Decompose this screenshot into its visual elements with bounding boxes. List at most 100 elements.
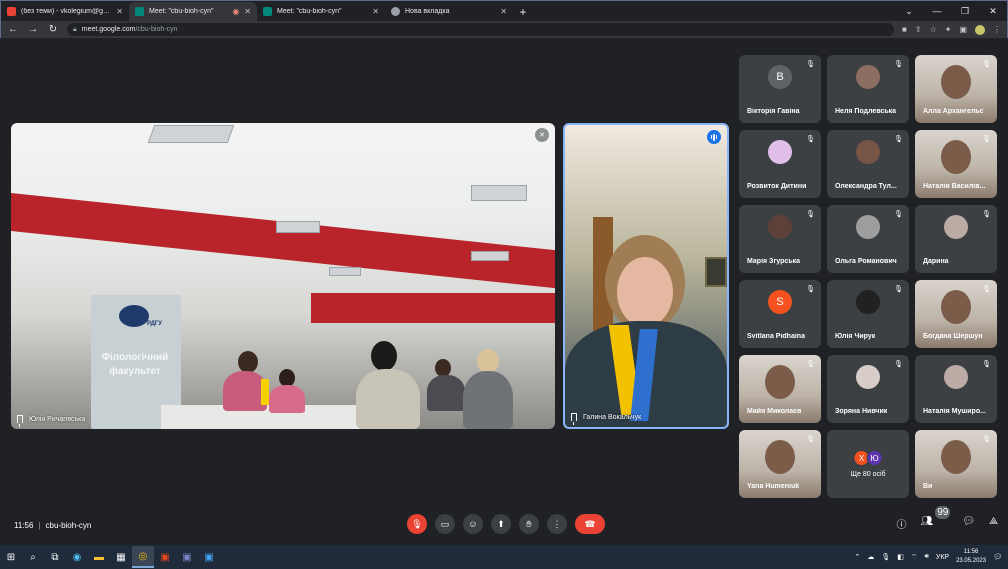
participant-tile[interactable]: 🎙︎ Алла Архангельс: [915, 55, 997, 123]
chat-icon[interactable]: 💬︎: [962, 516, 975, 531]
participant-tile[interactable]: 🎙︎ Дарина: [915, 205, 997, 273]
avatar: S: [768, 290, 792, 314]
participant-tile[interactable]: 🎙︎ Майя Миколаєв: [739, 355, 821, 423]
participant-tile[interactable]: 🎙︎ Марія Згурська: [739, 205, 821, 273]
pin-icon[interactable]: [17, 415, 23, 427]
sidepanel-icon[interactable]: ▣: [959, 25, 967, 34]
participant-video: [941, 440, 971, 474]
video-tile-halyna[interactable]: Галина Вокальчук: [563, 123, 729, 429]
system-tray: ⌃ ☁ 🎙︎ ◧ ⌔ 🔊︎ УКР 11:56 23.05.2023 💬︎: [854, 545, 1002, 569]
activities-icon[interactable]: ⟁: [989, 516, 998, 531]
reload-button[interactable]: ↻: [47, 24, 59, 35]
mic-off-icon: 🎙︎: [982, 136, 991, 143]
participant-tile[interactable]: 🎙︎ Олександра Тул...: [827, 130, 909, 198]
participant-tile[interactable]: 🎙︎ Зоряна Нивчик: [827, 355, 909, 423]
pin-icon[interactable]: [571, 413, 577, 425]
participant-tile[interactable]: 🎙︎ Юлія Чирук: [827, 280, 909, 348]
participant-name: Розвиток Дитини: [747, 183, 807, 190]
back-button[interactable]: ←: [7, 24, 19, 35]
windows-taskbar: ⊞ ⌕ ⧉ ◉ ▬ ▦ ◎ ▣ ▣ ▣ ⌃ ☁ 🎙︎ ◧ ⌔ 🔊︎ УКР 11…: [0, 545, 1008, 569]
tab-new[interactable]: Нова вкладка ✕: [385, 2, 513, 21]
avatar: [768, 215, 792, 239]
participant-name: Олександра Тул...: [835, 183, 897, 190]
new-tab-button[interactable]: +: [513, 5, 533, 19]
mic-off-icon: 🎙︎: [894, 136, 903, 143]
participant-tile[interactable]: В 🎙︎ Вікторія Гавіна: [739, 55, 821, 123]
star-icon[interactable]: ☆: [930, 25, 937, 34]
ceiling-light: [329, 267, 361, 276]
store-icon[interactable]: ▦: [110, 546, 132, 568]
participant-tile[interactable]: S 🎙︎ Svitlana Pidhaina: [739, 280, 821, 348]
wall-picture: [705, 257, 727, 287]
mic-off-icon: 🎙︎: [806, 286, 815, 293]
microphone-icon[interactable]: 🎙︎: [881, 553, 890, 561]
profile-avatar[interactable]: [975, 24, 985, 35]
mic-off-icon: 🎙︎: [806, 436, 815, 443]
file-explorer-icon[interactable]: ▬: [88, 546, 110, 568]
close-window-button[interactable]: ✕: [979, 1, 1007, 21]
tab-gmail[interactable]: (без теми) - vkolegium@gmail.c ✕: [1, 2, 129, 21]
emoji-button[interactable]: ☺: [463, 514, 483, 534]
forward-button[interactable]: →: [27, 24, 39, 35]
task-view-icon[interactable]: ⧉: [44, 546, 66, 568]
participant-tile[interactable]: Х Ю Ще 80 осіб: [827, 430, 909, 498]
wifi-icon[interactable]: ⌔: [911, 553, 918, 562]
close-icon[interactable]: ✕: [372, 7, 379, 16]
cloud-icon[interactable]: ☁: [867, 553, 874, 561]
network-icon[interactable]: ◧: [897, 553, 904, 561]
taskbar-date: 23.05.2023: [956, 558, 987, 564]
tab-meet-active[interactable]: Meet: "cbu-bioh-cyn" ◉ ✕: [129, 2, 257, 21]
minimize-button[interactable]: —: [923, 1, 951, 21]
teams-icon[interactable]: ▣: [176, 546, 198, 568]
powerpoint-icon[interactable]: ▣: [154, 546, 176, 568]
close-icon[interactable]: ✕: [500, 7, 507, 16]
close-icon[interactable]: ✕: [116, 7, 123, 16]
camera-toggle-button[interactable]: ▭: [435, 514, 455, 534]
participant-tile[interactable]: 🎙︎ Ольга Романович: [827, 205, 909, 273]
chevron-down-icon[interactable]: ⌄: [895, 1, 923, 21]
language-indicator[interactable]: УКР: [936, 554, 949, 561]
word-icon[interactable]: ▣: [198, 546, 220, 568]
browser-tab-strip: (без теми) - vkolegium@gmail.c ✕ Meet: "…: [0, 0, 1008, 21]
leave-call-button[interactable]: ☎︎: [575, 514, 605, 534]
participant-tile[interactable]: 🎙︎ Богдана Шершун: [915, 280, 997, 348]
address-bar[interactable]: 🔒︎ meet.google.com/cbu-bioh-cyn: [67, 23, 895, 36]
participant-tile[interactable]: 🎙︎ Yana Humeniuk: [739, 430, 821, 498]
chrome-icon[interactable]: ◎: [132, 546, 154, 568]
participant-tile[interactable]: 🎙︎ Розвиток Дитини: [739, 130, 821, 198]
menu-icon[interactable]: ⋮: [993, 25, 1001, 34]
present-button[interactable]: ⬆: [491, 514, 511, 534]
mic-off-icon: 🎙︎: [894, 211, 903, 218]
person-head: [238, 351, 258, 373]
info-icon[interactable]: ⓘ: [897, 516, 907, 531]
url-path: /cbu-bioh-cyn: [135, 26, 178, 33]
raise-hand-button[interactable]: ✋︎: [519, 514, 539, 534]
video-tile-yuliia[interactable]: РДГУ Філологічний факультет ✕ Юлія Ричаг…: [11, 123, 555, 429]
participant-tile[interactable]: 🎙︎ Ви: [915, 430, 997, 498]
people-icon[interactable]: 👥︎99: [921, 506, 951, 531]
participant-tile[interactable]: 🎙︎ Наталія Муширо...: [915, 355, 997, 423]
participant-name: Дарина: [923, 258, 949, 265]
participant-tile[interactable]: 🎙︎ Неля Подлевська: [827, 55, 909, 123]
search-icon[interactable]: ⌕: [22, 546, 44, 568]
camera-icon[interactable]: ■: [902, 25, 907, 34]
close-icon[interactable]: ✕: [244, 7, 251, 16]
mic-toggle-button[interactable]: 🎙︎: [407, 514, 427, 534]
volume-icon[interactable]: 🔊︎: [924, 553, 928, 561]
notification-icon[interactable]: 💬︎: [993, 553, 1002, 561]
restore-button[interactable]: ❐: [951, 1, 979, 21]
edge-icon[interactable]: ◉: [66, 546, 88, 568]
meet-icon: [135, 7, 144, 16]
chevron-up-icon[interactable]: ⌃: [854, 553, 860, 561]
extensions-icon[interactable]: ✦: [945, 25, 952, 34]
more-options-button[interactable]: ⋮: [547, 514, 567, 534]
share-icon[interactable]: ⇪: [915, 25, 922, 34]
participant-name: Наталія Василів...: [923, 183, 986, 190]
participant-tile[interactable]: 🎙︎ Наталія Василів...: [915, 130, 997, 198]
recording-icon: ◉: [232, 7, 240, 16]
windows-start-icon[interactable]: ⊞: [0, 546, 22, 568]
speaking-indicator-icon: [707, 130, 721, 144]
taskbar-clock[interactable]: 11:56 23.05.2023: [956, 548, 986, 566]
participant-name: Марія Згурська: [747, 258, 801, 265]
tab-meet[interactable]: Meet: "cbu-bioh-cyn" ✕: [257, 2, 385, 21]
